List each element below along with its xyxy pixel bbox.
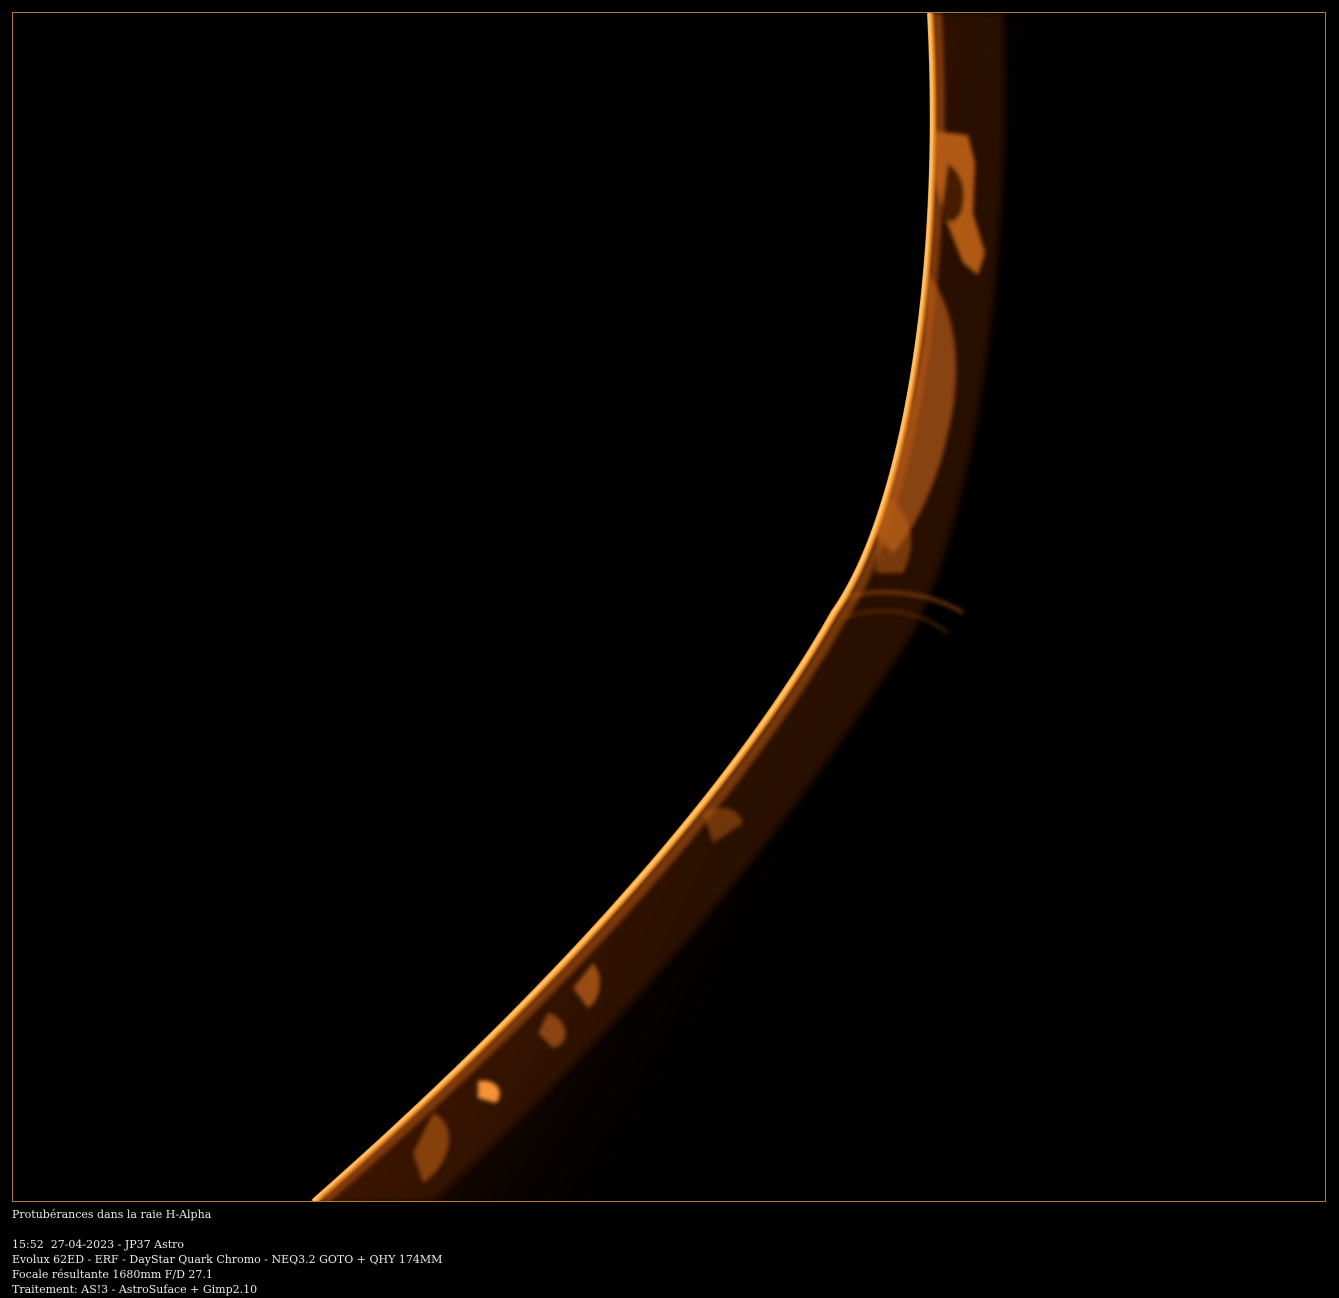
caption-title: Protubérances dans la raie H-Alpha (12, 1208, 212, 1221)
caption-focal: Focale résultante 1680mm F/D 27.1 (12, 1268, 213, 1281)
sun-limb-image (13, 13, 1325, 1201)
caption-datetime-author: 15:52 27-04-2023 - JP37 Astro (12, 1238, 185, 1251)
photo-caption: Protubérances dans la raie H-Alpha 15:52… (12, 1207, 442, 1297)
solar-photo (12, 12, 1326, 1202)
caption-processing: Traitement: AS!3 - AstroSuface + Gimp2.1… (12, 1283, 258, 1296)
caption-equipment: Evolux 62ED - ERF - DayStar Quark Chromo… (12, 1253, 443, 1266)
